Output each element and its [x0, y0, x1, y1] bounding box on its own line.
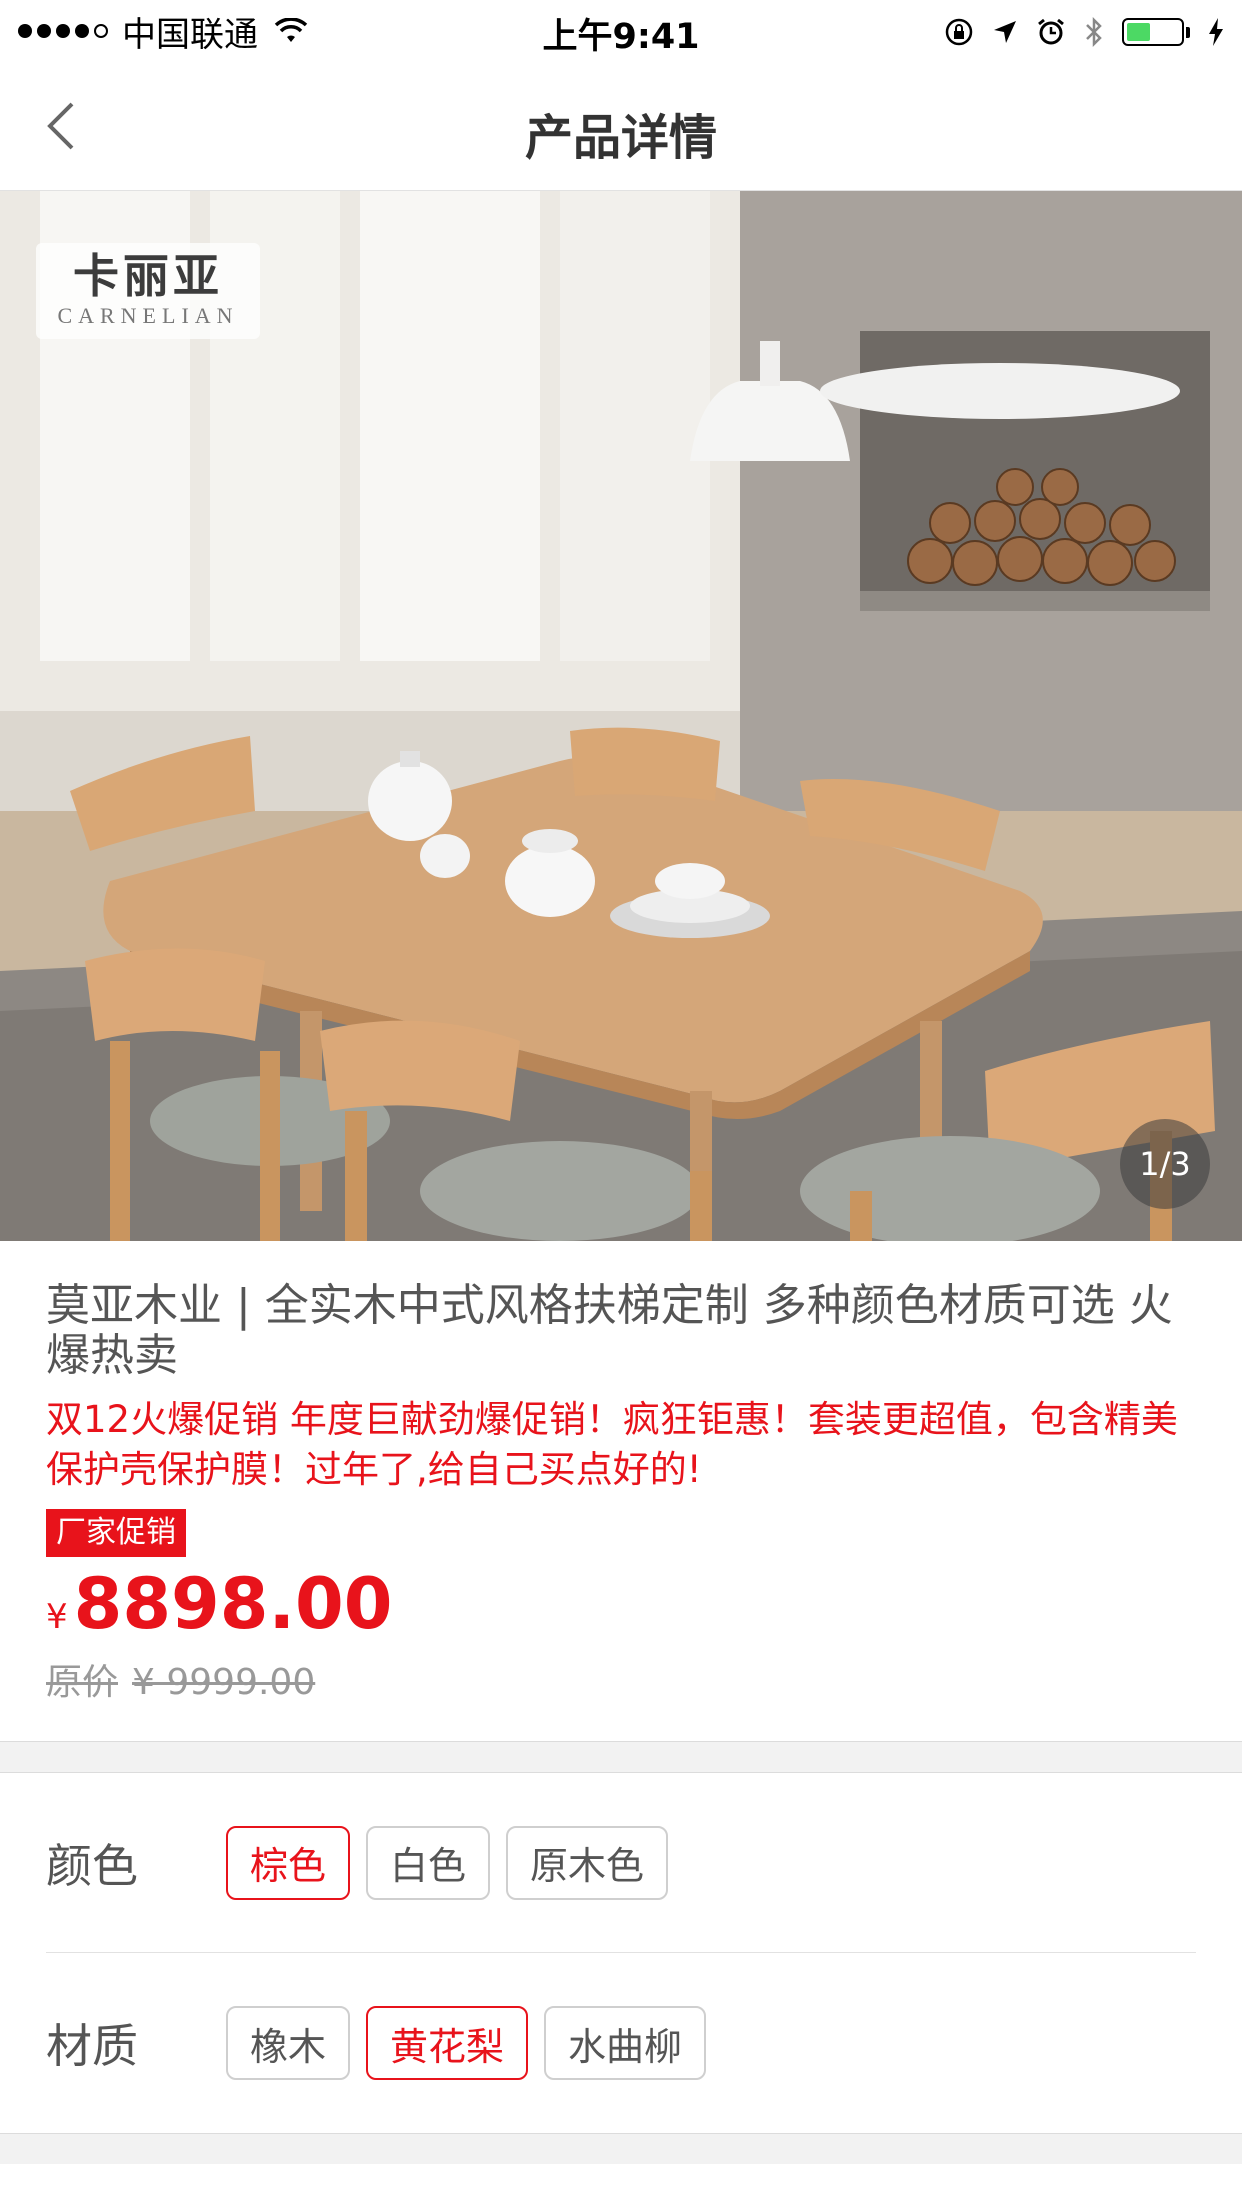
- charging-bolt-icon: [1209, 18, 1223, 46]
- color-chip-white[interactable]: 白色: [366, 1825, 491, 1900]
- product-photo: [0, 191, 1242, 1241]
- promo-badge: 厂家促销: [46, 1509, 186, 1557]
- brand-logo-chinese: 卡丽亚: [73, 249, 223, 303]
- original-price-label: 原价: [46, 1662, 119, 1703]
- material-label: 材质: [46, 2019, 138, 2073]
- product-info: 莫亚木业 | 全实木中式风格扶梯定制 多种颜色材质可选 火爆热卖 双12火爆促销…: [0, 1241, 1242, 1741]
- original-price-value: ¥ 9999.00: [132, 1662, 316, 1703]
- status-right: [944, 12, 1224, 52]
- status-bar: 中国联通 上午9:41: [0, 0, 1242, 62]
- promo-text: 双12火爆促销 年度巨献劲爆促销！疯狂钜惠！套装更超值，包含精美保护壳保护膜！过…: [46, 1398, 1178, 1491]
- color-chip-brown[interactable]: 棕色: [226, 1825, 351, 1900]
- orientation-lock-icon: [945, 18, 973, 46]
- material-chip-ash[interactable]: 水曲柳: [544, 2006, 707, 2080]
- current-price: 8898.00: [73, 1563, 393, 1645]
- battery-icon: [1122, 18, 1190, 46]
- original-price: 原价 ¥ 9999.00: [46, 1653, 1196, 1705]
- battery-level: [1127, 23, 1151, 41]
- brand-logo-english: CARNELIAN: [57, 303, 239, 328]
- page-title: 产品详情: [524, 110, 717, 166]
- color-label: 颜色: [46, 1838, 138, 1893]
- bluetooth-icon: [1086, 16, 1102, 48]
- product-image-gallery[interactable]: 卡丽亚 CARNELIAN 1/3: [0, 191, 1242, 1241]
- material-chip-huanghuali[interactable]: 黄花梨: [366, 2006, 529, 2080]
- image-counter: 1/3: [1120, 1119, 1210, 1209]
- navigation-bar: 产品详情: [0, 62, 1242, 191]
- brand-logo: 卡丽亚 CARNELIAN: [36, 243, 260, 339]
- color-chip-natural-wood[interactable]: 原木色: [506, 1825, 669, 1900]
- material-chip-oak[interactable]: 橡木: [226, 2006, 351, 2080]
- price-row: ¥ 8898.00: [46, 1559, 1196, 1649]
- bottom-divider: [0, 2133, 1242, 2164]
- alarm-icon: [1038, 18, 1064, 45]
- product-options: 颜色 棕色 白色 原木色 材质 橡木 黄花梨 水曲柳: [0, 1773, 1242, 2133]
- section-divider: [0, 1741, 1242, 1773]
- location-arrow-icon: [994, 21, 1016, 43]
- currency-symbol: ¥: [46, 1597, 68, 1637]
- color-option-row: 颜色 棕色 白色 原木色: [46, 1773, 1196, 1953]
- material-option-row: 材质 橡木 黄花梨 水曲柳: [46, 1953, 1196, 2133]
- product-title: 莫亚木业 | 全实木中式风格扶梯定制 多种颜色材质可选 火爆热卖: [46, 1280, 1173, 1381]
